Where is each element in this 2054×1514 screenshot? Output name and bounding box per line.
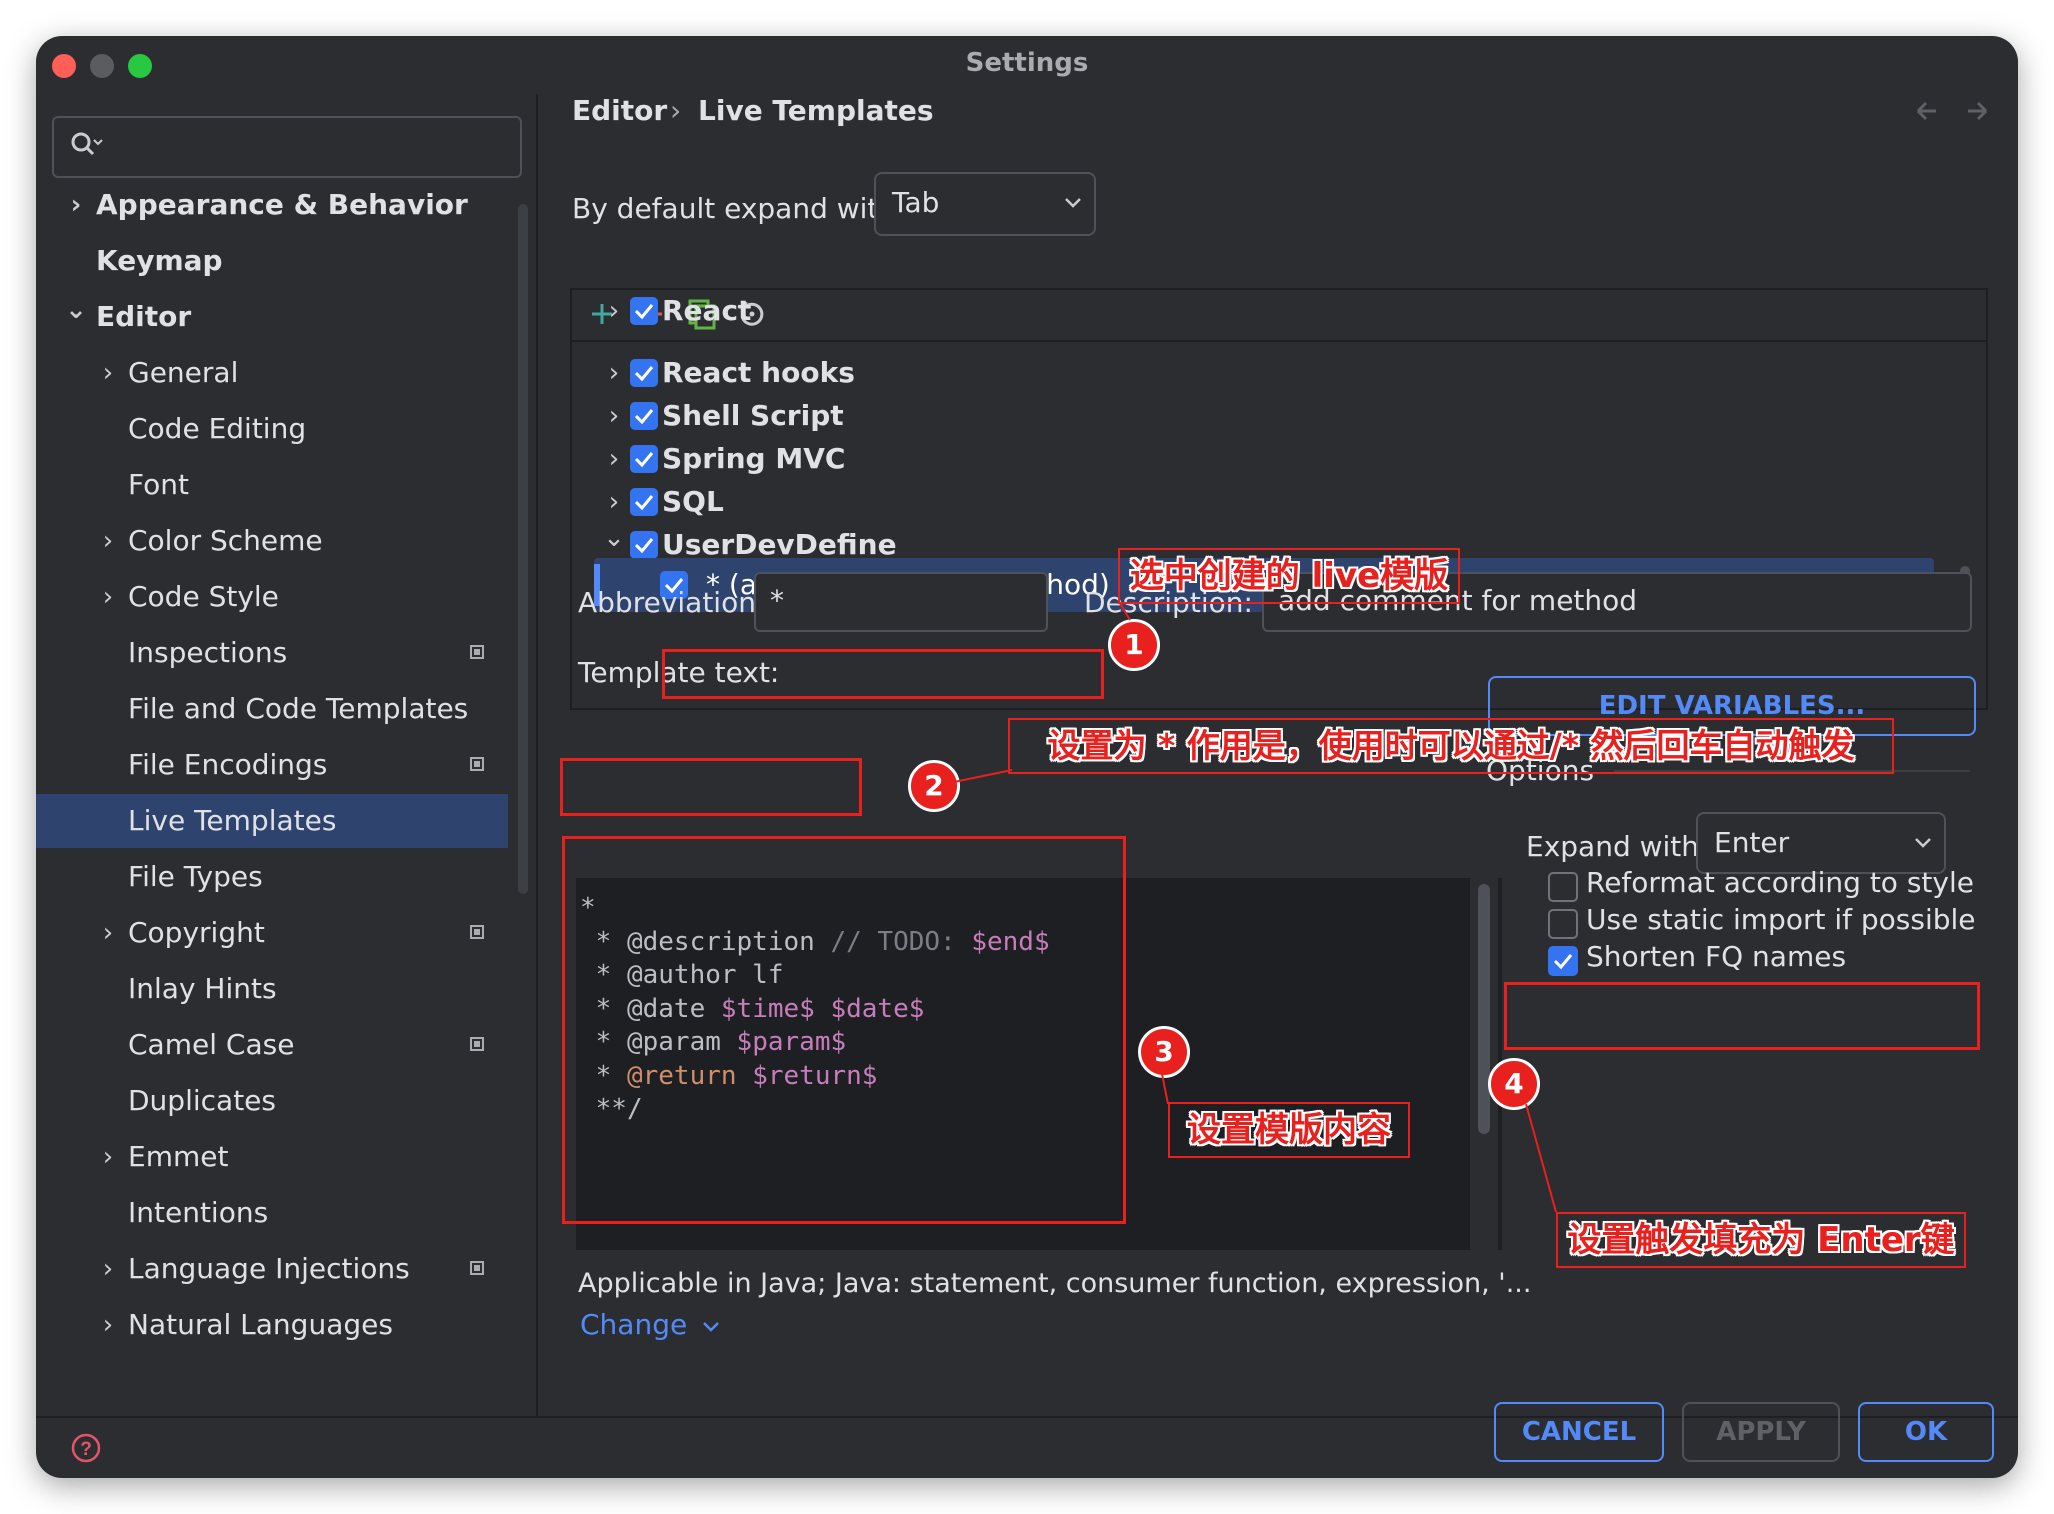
- annotation-leader-lines: [953, 599, 1557, 1213]
